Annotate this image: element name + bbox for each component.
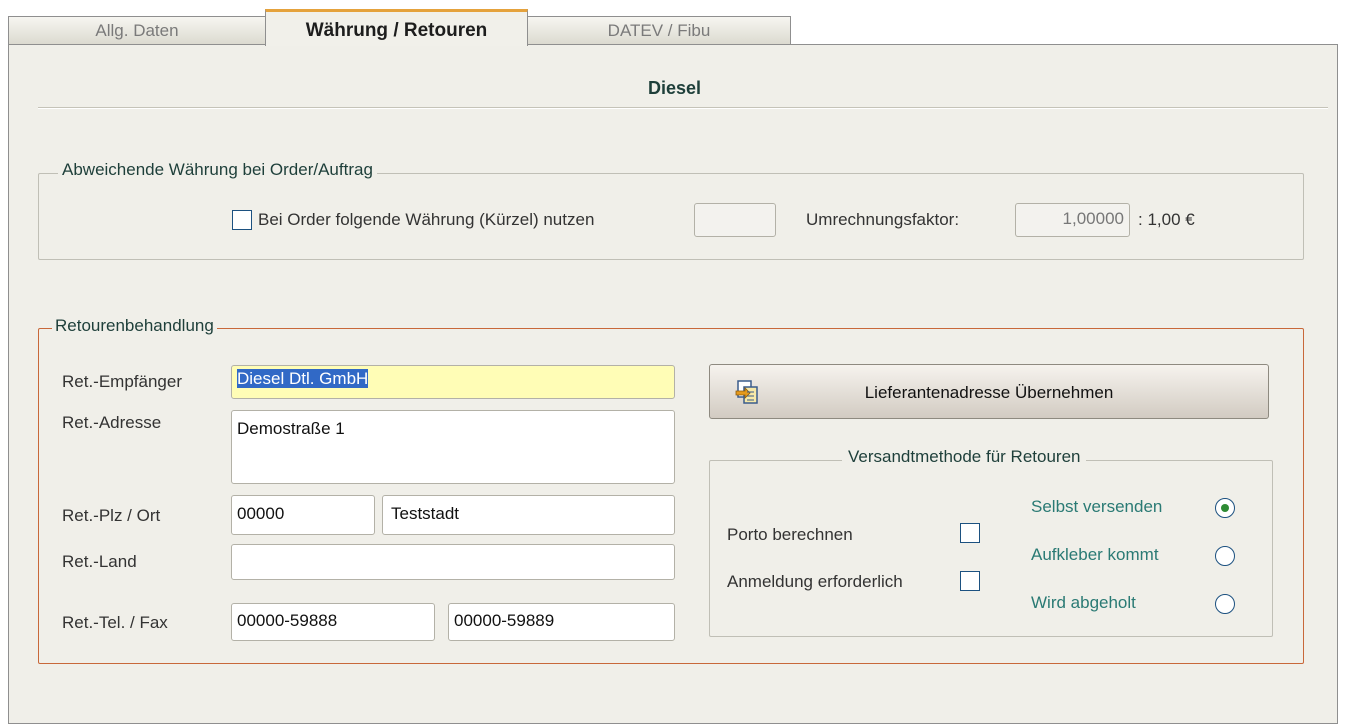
radio-aufkleber-kommt[interactable] xyxy=(1215,546,1235,566)
country-input[interactable] xyxy=(231,544,675,580)
fax-input[interactable]: 00000-59889 xyxy=(448,603,675,641)
zip-input[interactable]: 00000 xyxy=(231,495,375,535)
country-label: Ret.-Land xyxy=(62,552,137,571)
title-divider xyxy=(38,107,1328,109)
recipient-input[interactable]: Diesel Dtl. GmbH xyxy=(231,365,675,399)
factor-input[interactable]: 1,00000 xyxy=(1015,203,1130,237)
zip-city-label: Ret.-Plz / Ort xyxy=(62,506,161,525)
page-title: Diesel xyxy=(647,78,702,98)
radio-selbst-versenden[interactable] xyxy=(1215,498,1235,518)
phone-fax-label: Ret.-Tel. / Fax xyxy=(62,613,168,632)
registration-checkbox[interactable] xyxy=(960,571,980,591)
phone-input[interactable]: 00000-59888 xyxy=(231,603,435,641)
factor-suffix: : 1,00 € xyxy=(1138,210,1195,229)
tab-datev-fibu[interactable]: DATEV / Fibu xyxy=(527,16,791,44)
factor-label: Umrechnungsfaktor: xyxy=(806,210,960,229)
radio-label-wird-abgeholt: Wird abgeholt xyxy=(1031,593,1136,612)
shipping-method-legend: Versandtmethode für Retouren xyxy=(842,447,1087,467)
shipping-method-group xyxy=(709,460,1273,637)
recipient-value: Diesel Dtl. GmbH xyxy=(237,369,369,388)
radio-label-selbst-versenden: Selbst versenden xyxy=(1031,497,1163,516)
use-currency-label: Bei Order folgende Währung (Kürzel) nutz… xyxy=(258,210,595,229)
address-textarea[interactable]: Demostraße 1 xyxy=(231,410,675,484)
radio-label-aufkleber-kommt: Aufkleber kommt xyxy=(1031,545,1159,564)
tab-waehrung-retouren[interactable]: Währung / Retouren xyxy=(265,9,528,46)
copy-supplier-address-label: Lieferantenadresse Übernehmen xyxy=(864,383,1114,402)
porto-label: Porto berechnen xyxy=(727,525,853,544)
copy-supplier-address-button[interactable]: Lieferantenadresse Übernehmen xyxy=(709,364,1269,419)
address-label: Ret.-Adresse xyxy=(62,413,162,432)
copy-address-icon xyxy=(735,380,758,404)
use-currency-checkbox[interactable] xyxy=(232,210,252,230)
currency-code-input[interactable] xyxy=(694,203,776,237)
radio-wird-abgeholt[interactable] xyxy=(1215,594,1235,614)
returns-group-legend: Retourenbehandlung xyxy=(52,316,217,336)
currency-group-legend: Abweichende Währung bei Order/Auftrag xyxy=(58,160,377,180)
recipient-label: Ret.-Empfänger xyxy=(62,372,182,391)
tab-allg-daten[interactable]: Allg. Daten xyxy=(8,16,266,44)
registration-label: Anmeldung erforderlich xyxy=(727,572,903,591)
porto-checkbox[interactable] xyxy=(960,523,980,543)
city-input[interactable]: Teststadt xyxy=(382,495,675,535)
